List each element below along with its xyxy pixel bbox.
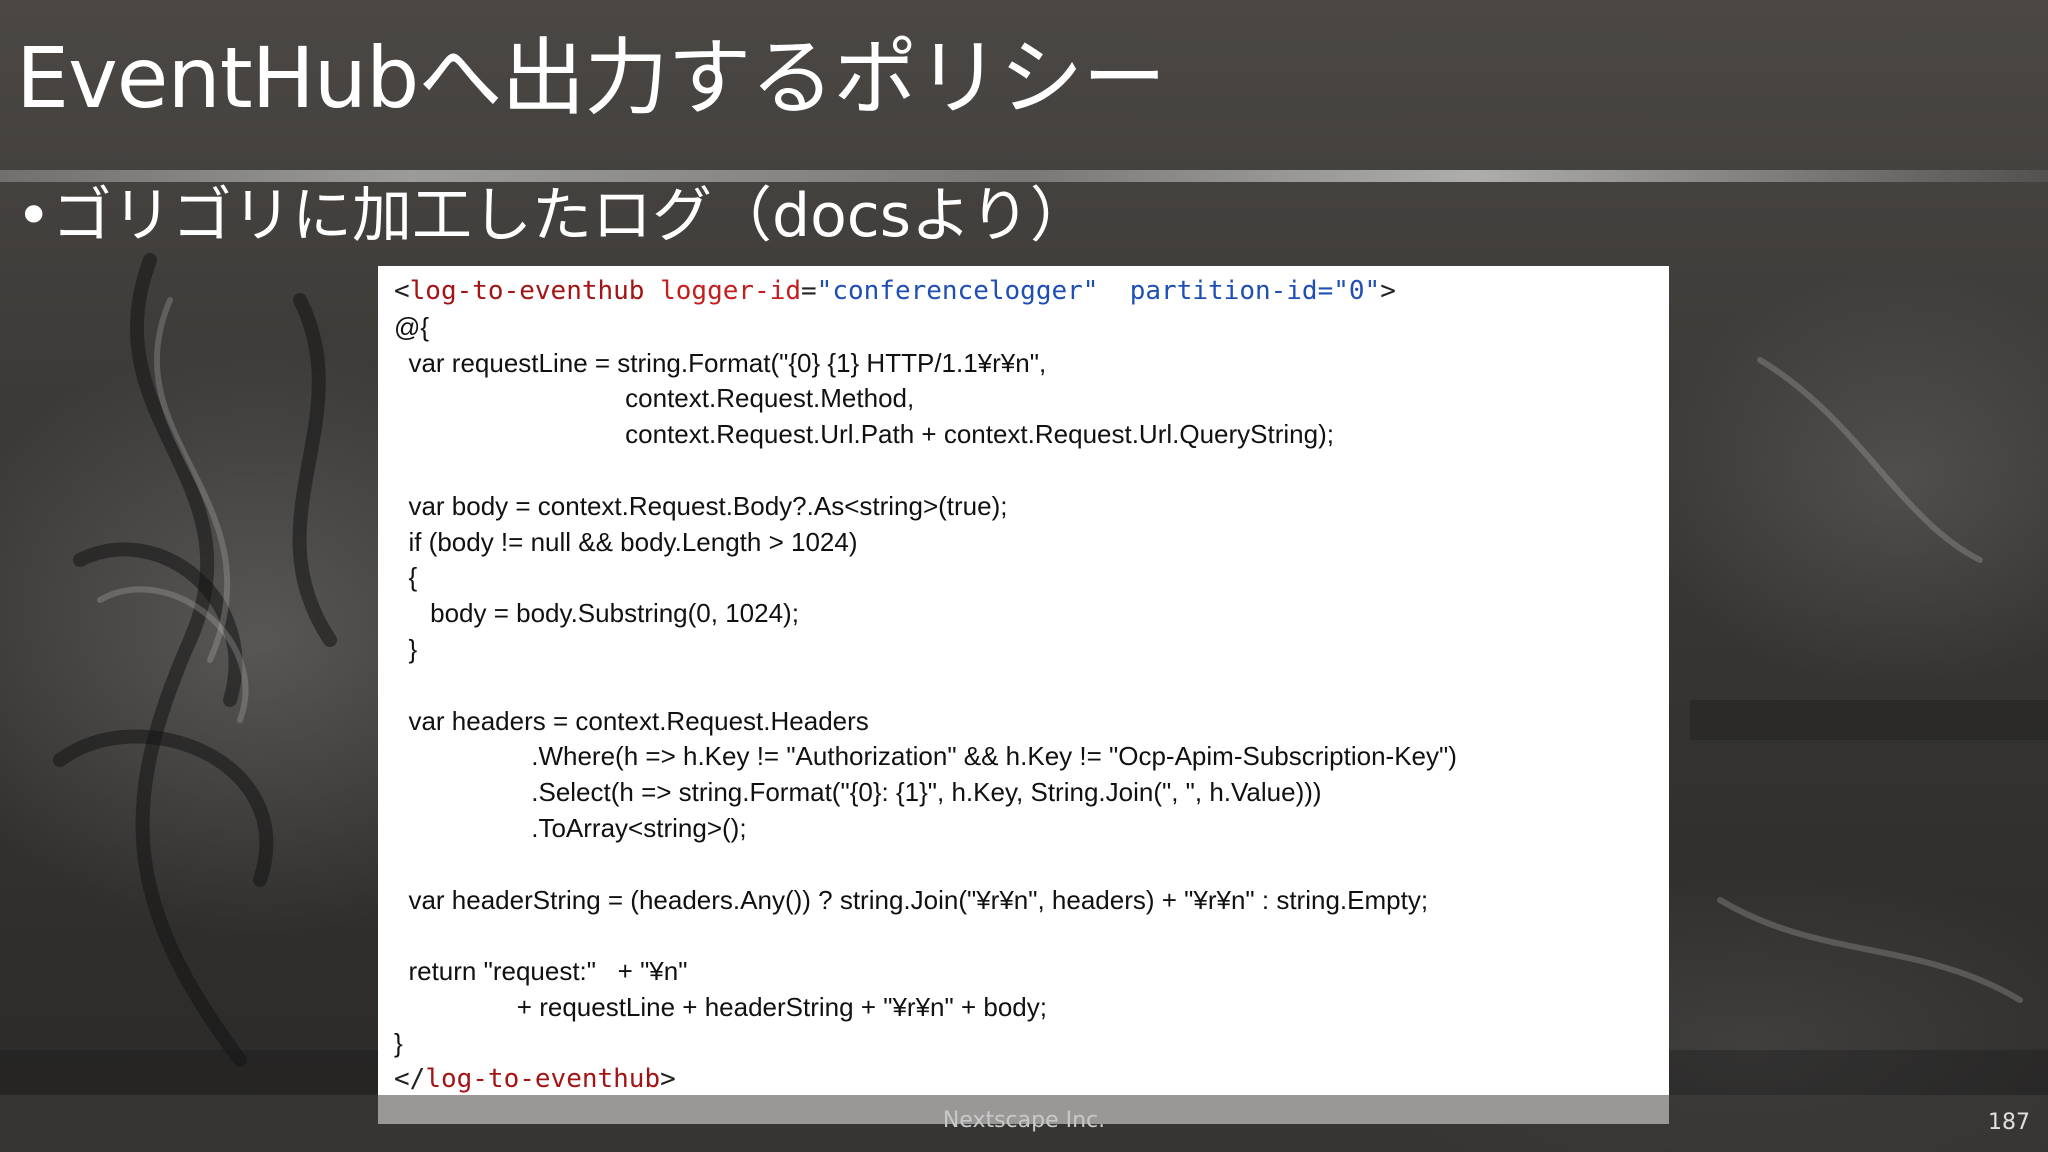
footer-company-name: Nextscape Inc. [942, 1108, 1106, 1133]
tag-attribute-value: "conferencelogger" [816, 276, 1099, 306]
code-block: <log-to-eventhub logger-id="conferencelo… [378, 266, 1669, 1124]
tag-bracket: > [1380, 276, 1396, 306]
code-line: } [394, 1027, 403, 1058]
tag-attribute-value: "0" [1333, 276, 1381, 306]
code-line: var headerString = (headers.Any()) ? str… [394, 884, 1429, 915]
bullet-item: •ゴリゴリに加工したログ（docsより） [16, 176, 1090, 256]
code-line: @{ [394, 311, 430, 342]
tag-attribute-name: partition-id [1129, 276, 1318, 306]
code-close-tag: </log-to-eventhub> [394, 1062, 1669, 1098]
tag-attribute-name: logger-id [660, 276, 802, 306]
slide-number: 187 [1988, 1110, 2030, 1135]
code-line: context.Request.Method, [394, 383, 915, 414]
code-line: + requestLine + headerString + "¥r¥n" + … [394, 991, 1047, 1022]
tag-equals: = [1317, 276, 1334, 306]
code-line: } [394, 633, 418, 664]
tag-element-name: log-to-eventhub [425, 1063, 661, 1094]
code-line: var requestLine = string.Format("{0} {1}… [394, 347, 1047, 378]
code-line: var headers = context.Request.Headers [394, 705, 869, 736]
code-line: .ToArray<string>(); [394, 812, 747, 843]
slide-title: EventHubへ出力するポリシー [16, 29, 1166, 127]
code-line: return "request:" + "¥n" [394, 956, 688, 987]
code-line: { [394, 562, 418, 593]
code-line: .Where(h => h.Key != "Authorization" && … [394, 741, 1457, 772]
code-line: if (body != null && body.Length > 1024) [394, 526, 858, 557]
tag-equals: = [801, 276, 817, 306]
tag-element-name: log-to-eventhub [409, 276, 645, 306]
code-line: .Select(h => string.Format("{0}: {1}", h… [394, 777, 1322, 808]
bullet-marker: • [16, 181, 52, 251]
tag-bracket: > [660, 1063, 676, 1094]
tag-bracket: < [394, 276, 410, 306]
tag-bracket: </ [394, 1063, 426, 1094]
code-line: body = body.Substring(0, 1024); [394, 598, 799, 629]
code-line: var body = context.Request.Body?.As<stri… [394, 490, 1008, 521]
bullet-text: ゴリゴリに加工したログ（docsより） [52, 181, 1090, 251]
code-open-tag: <log-to-eventhub logger-id="conferencelo… [394, 274, 1669, 310]
code-line: context.Request.Url.Path + context.Reque… [394, 419, 1334, 450]
